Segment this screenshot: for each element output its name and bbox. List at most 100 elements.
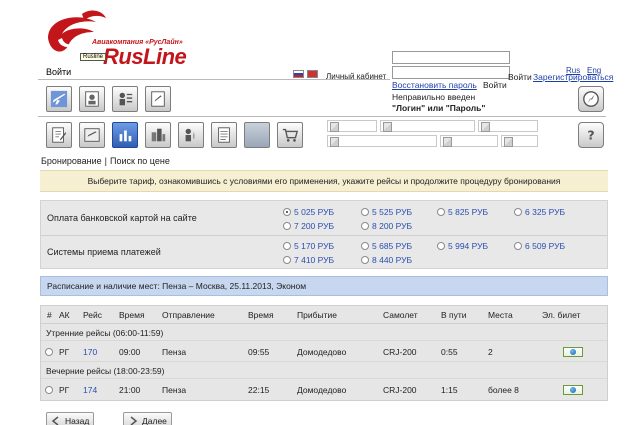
- compass-button[interactable]: [578, 86, 604, 112]
- flights-nav-button[interactable]: [46, 86, 72, 112]
- flight-number-link[interactable]: 174: [83, 385, 97, 395]
- banner-image-6[interactable]: [501, 135, 538, 147]
- banner-image-2[interactable]: [380, 120, 475, 132]
- person-info-icon: i: [185, 128, 195, 142]
- fare-radio[interactable]: [283, 256, 291, 264]
- payment-options-panel: Оплата банковской картой на сайте 5 025 …: [40, 200, 608, 269]
- lang-en-link[interactable]: Eng: [587, 66, 601, 75]
- fare-option[interactable]: 7 200 РУБ: [283, 221, 334, 231]
- banner-image-4[interactable]: [327, 135, 437, 147]
- fare-price: 6 325 РУБ: [525, 207, 566, 217]
- fare-price: 8 440 РУБ: [372, 255, 413, 265]
- fare-option[interactable]: 8 440 РУБ: [361, 255, 412, 265]
- back-button[interactable]: Назад: [46, 412, 95, 425]
- header-divider: [38, 79, 390, 80]
- col-flight: Рейс: [83, 310, 103, 320]
- login-error-line2: "Логин" или "Пароль": [392, 103, 486, 113]
- fare-option[interactable]: 8 200 РУБ: [361, 221, 412, 231]
- enter-link-right[interactable]: Войти: [508, 72, 532, 82]
- city-info-button[interactable]: [145, 122, 171, 148]
- breadcrumb-separator: |: [104, 156, 107, 166]
- table-row[interactable]: РГ 174 21:00 Пенза 22:15 Домодедово CRJ-…: [41, 380, 607, 400]
- fare-radio[interactable]: [361, 256, 369, 264]
- flight-select-radio[interactable]: [45, 386, 53, 394]
- col-departure: Отправление: [162, 310, 215, 320]
- evening-group-label: Вечерние рейсы (18:00-23:59): [46, 366, 165, 376]
- help-button[interactable]: ?: [578, 122, 604, 148]
- lang-ru-link[interactable]: Rus: [566, 66, 580, 75]
- fare-radio[interactable]: [361, 222, 369, 230]
- payment-systems-row: Системы приема платежей 5 170 РУБ 5 685 …: [41, 235, 607, 269]
- fare-radio[interactable]: [283, 208, 291, 216]
- fare-option[interactable]: 5 994 РУБ: [437, 241, 488, 251]
- fare-price: 7 410 РУБ: [294, 255, 335, 265]
- fare-price: 5 025 РУБ: [294, 207, 335, 217]
- banner-image-5[interactable]: [440, 135, 498, 147]
- col-arr-time: Время: [248, 310, 274, 320]
- fare-radio[interactable]: [283, 222, 291, 230]
- price-search-button[interactable]: [112, 122, 138, 148]
- fare-radio[interactable]: [361, 208, 369, 216]
- flag-en-icon[interactable]: [307, 70, 318, 78]
- svg-text:?: ?: [587, 128, 594, 143]
- login-link[interactable]: Войти: [46, 67, 71, 77]
- next-button[interactable]: Далее: [123, 412, 172, 425]
- documents-button[interactable]: [211, 122, 237, 148]
- enter-button[interactable]: Войти: [483, 80, 507, 90]
- password-input[interactable]: [392, 66, 510, 79]
- breadcrumb-price-search[interactable]: Поиск по цене: [110, 156, 170, 166]
- seats-available: 2: [488, 347, 493, 357]
- flag-ru-icon[interactable]: [293, 70, 304, 78]
- question-icon: ?: [587, 128, 594, 143]
- fare-radio[interactable]: [361, 242, 369, 250]
- col-eticket: Эл. билет: [542, 310, 581, 320]
- banner-image-3[interactable]: [478, 120, 538, 132]
- fare-option[interactable]: 5 825 РУБ: [437, 207, 488, 217]
- fare-option[interactable]: 5 525 РУБ: [361, 207, 412, 217]
- restore-password-link[interactable]: Восстановить пароль: [392, 80, 477, 90]
- fare-price: 7 200 РУБ: [294, 221, 335, 231]
- login-error-line1: Неправильно введен: [392, 92, 476, 102]
- fare-option[interactable]: 6 509 РУБ: [514, 241, 565, 251]
- flights-table: # АК Рейс Время Отправление Время Прибыт…: [40, 305, 608, 401]
- information-nav-button[interactable]: [145, 86, 171, 112]
- edit-booking-button[interactable]: [46, 122, 72, 148]
- table-header-row: # АК Рейс Время Отправление Время Прибыт…: [41, 306, 607, 324]
- cart-button[interactable]: [277, 122, 303, 148]
- document-person-icon: [85, 91, 99, 107]
- airplane-icon: [50, 90, 68, 108]
- fare-radio[interactable]: [437, 208, 445, 216]
- compass-icon: [583, 91, 599, 107]
- fare-option[interactable]: 6 325 РУБ: [514, 207, 565, 217]
- fare-option[interactable]: 7 410 РУБ: [283, 255, 334, 265]
- passenger-service-button[interactable]: i: [178, 122, 204, 148]
- col-aircraft: Самолет: [383, 310, 418, 320]
- blank-toolbar-button[interactable]: [244, 122, 270, 148]
- passengers-nav-button[interactable]: [79, 86, 105, 112]
- plane-board-icon: [84, 128, 100, 142]
- flight-board-button[interactable]: [79, 122, 105, 148]
- breadcrumb-booking[interactable]: Бронирование: [41, 156, 102, 166]
- fare-radio[interactable]: [514, 208, 522, 216]
- arrival-time: 09:55: [248, 347, 270, 357]
- fare-option[interactable]: 5 170 РУБ: [283, 241, 334, 251]
- departure-time: 21:00: [119, 385, 141, 395]
- arrival-airport: Домодедово: [297, 347, 347, 357]
- buildings-icon: [151, 128, 166, 142]
- fare-price: 8 200 РУБ: [372, 221, 413, 231]
- fare-radio[interactable]: [283, 242, 291, 250]
- aircraft-type: CRJ-200: [383, 385, 417, 395]
- flight-number-link[interactable]: 170: [83, 347, 97, 357]
- table-row[interactable]: РГ 170 09:00 Пенза 09:55 Домодедово CRJ-…: [41, 342, 607, 362]
- fare-radio[interactable]: [437, 242, 445, 250]
- brand-logo-text: RusLine: [103, 44, 187, 69]
- flight-select-radio[interactable]: [45, 348, 53, 356]
- checkin-nav-button[interactable]: [112, 86, 138, 112]
- col-duration: В пути: [441, 310, 467, 320]
- banner-image-1[interactable]: [327, 120, 377, 132]
- login-input[interactable]: [392, 51, 510, 64]
- fare-option[interactable]: 5 685 РУБ: [361, 241, 412, 251]
- fare-radio[interactable]: [514, 242, 522, 250]
- fare-price: 6 509 РУБ: [525, 241, 566, 251]
- fare-option[interactable]: 5 025 РУБ: [283, 207, 334, 217]
